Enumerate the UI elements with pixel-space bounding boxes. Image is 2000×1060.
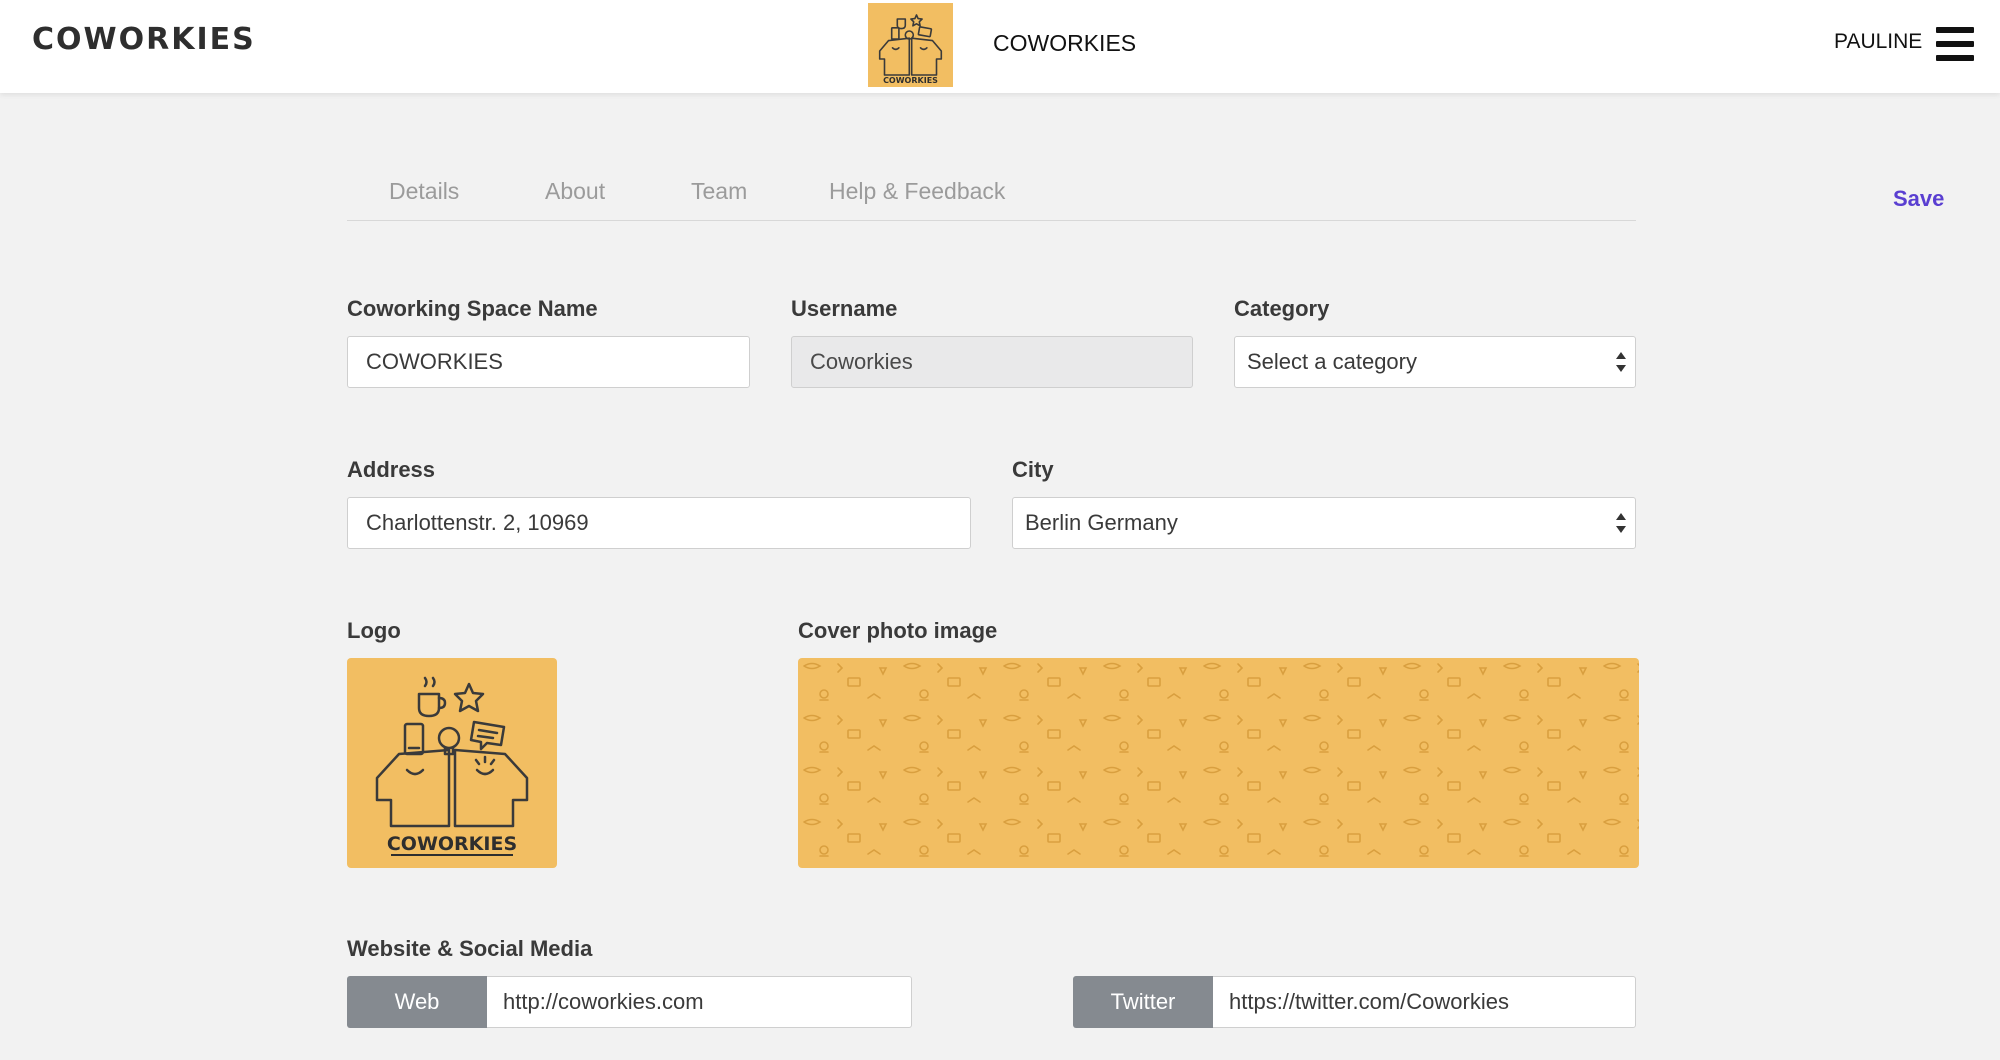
save-button[interactable]: Save [1893,186,1944,212]
tab-help-feedback[interactable]: Help & Feedback [829,178,1005,205]
website-social-label: Website & Social Media [347,936,593,961]
select-arrows-icon [1616,352,1626,372]
brand-logo-text[interactable]: COWORKIES [32,22,256,57]
category-selected-value: Select a category [1247,349,1417,374]
twitter-addon: Twitter [1073,976,1213,1028]
user-name[interactable]: PAULINE [1834,30,1922,54]
tab-details[interactable]: Details [389,178,459,205]
hamburger-menu-icon[interactable] [1936,27,1974,61]
address-label: Address [347,457,436,482]
doodle-pattern-icon [798,658,1639,868]
city-select[interactable]: Berlin Germany [1012,497,1636,549]
username-label: Username [791,296,898,321]
twitter-input[interactable] [1213,976,1636,1028]
web-addon: Web [347,976,487,1028]
svg-text:COWORKIES: COWORKIES [883,76,938,85]
tab-team[interactable]: Team [691,178,747,205]
cover-photo-label: Cover photo image [798,618,998,643]
coworkies-logo-icon: COWORKIES [375,676,529,856]
tab-about[interactable]: About [545,178,605,205]
space-name-input[interactable] [347,336,750,388]
settings-tabs: Details About Team Help & Feedback Save [347,160,1944,221]
space-logo-thumbnail[interactable]: COWORKIES [868,3,953,87]
space-title: COWORKIES [993,30,1137,56]
category-label: Category [1234,296,1330,321]
logo-label: Logo [347,618,401,643]
svg-text:COWORKIES: COWORKIES [387,833,517,855]
select-arrows-icon [1616,513,1626,533]
space-name-label: Coworking Space Name [347,296,598,321]
top-navbar: COWORKIES COWORKIES COWORKIES PAULINE [0,0,2000,93]
city-label: City [1012,457,1054,482]
username-input[interactable] [791,336,1193,388]
coworkies-logo-icon: COWORKIES [878,14,943,85]
cover-photo-upload[interactable] [798,658,1639,868]
category-select[interactable]: Select a category [1234,336,1636,388]
address-input[interactable] [347,497,971,549]
logo-upload[interactable]: COWORKIES [347,658,557,868]
web-input[interactable] [487,976,912,1028]
city-selected-value: Berlin Germany [1025,510,1178,535]
